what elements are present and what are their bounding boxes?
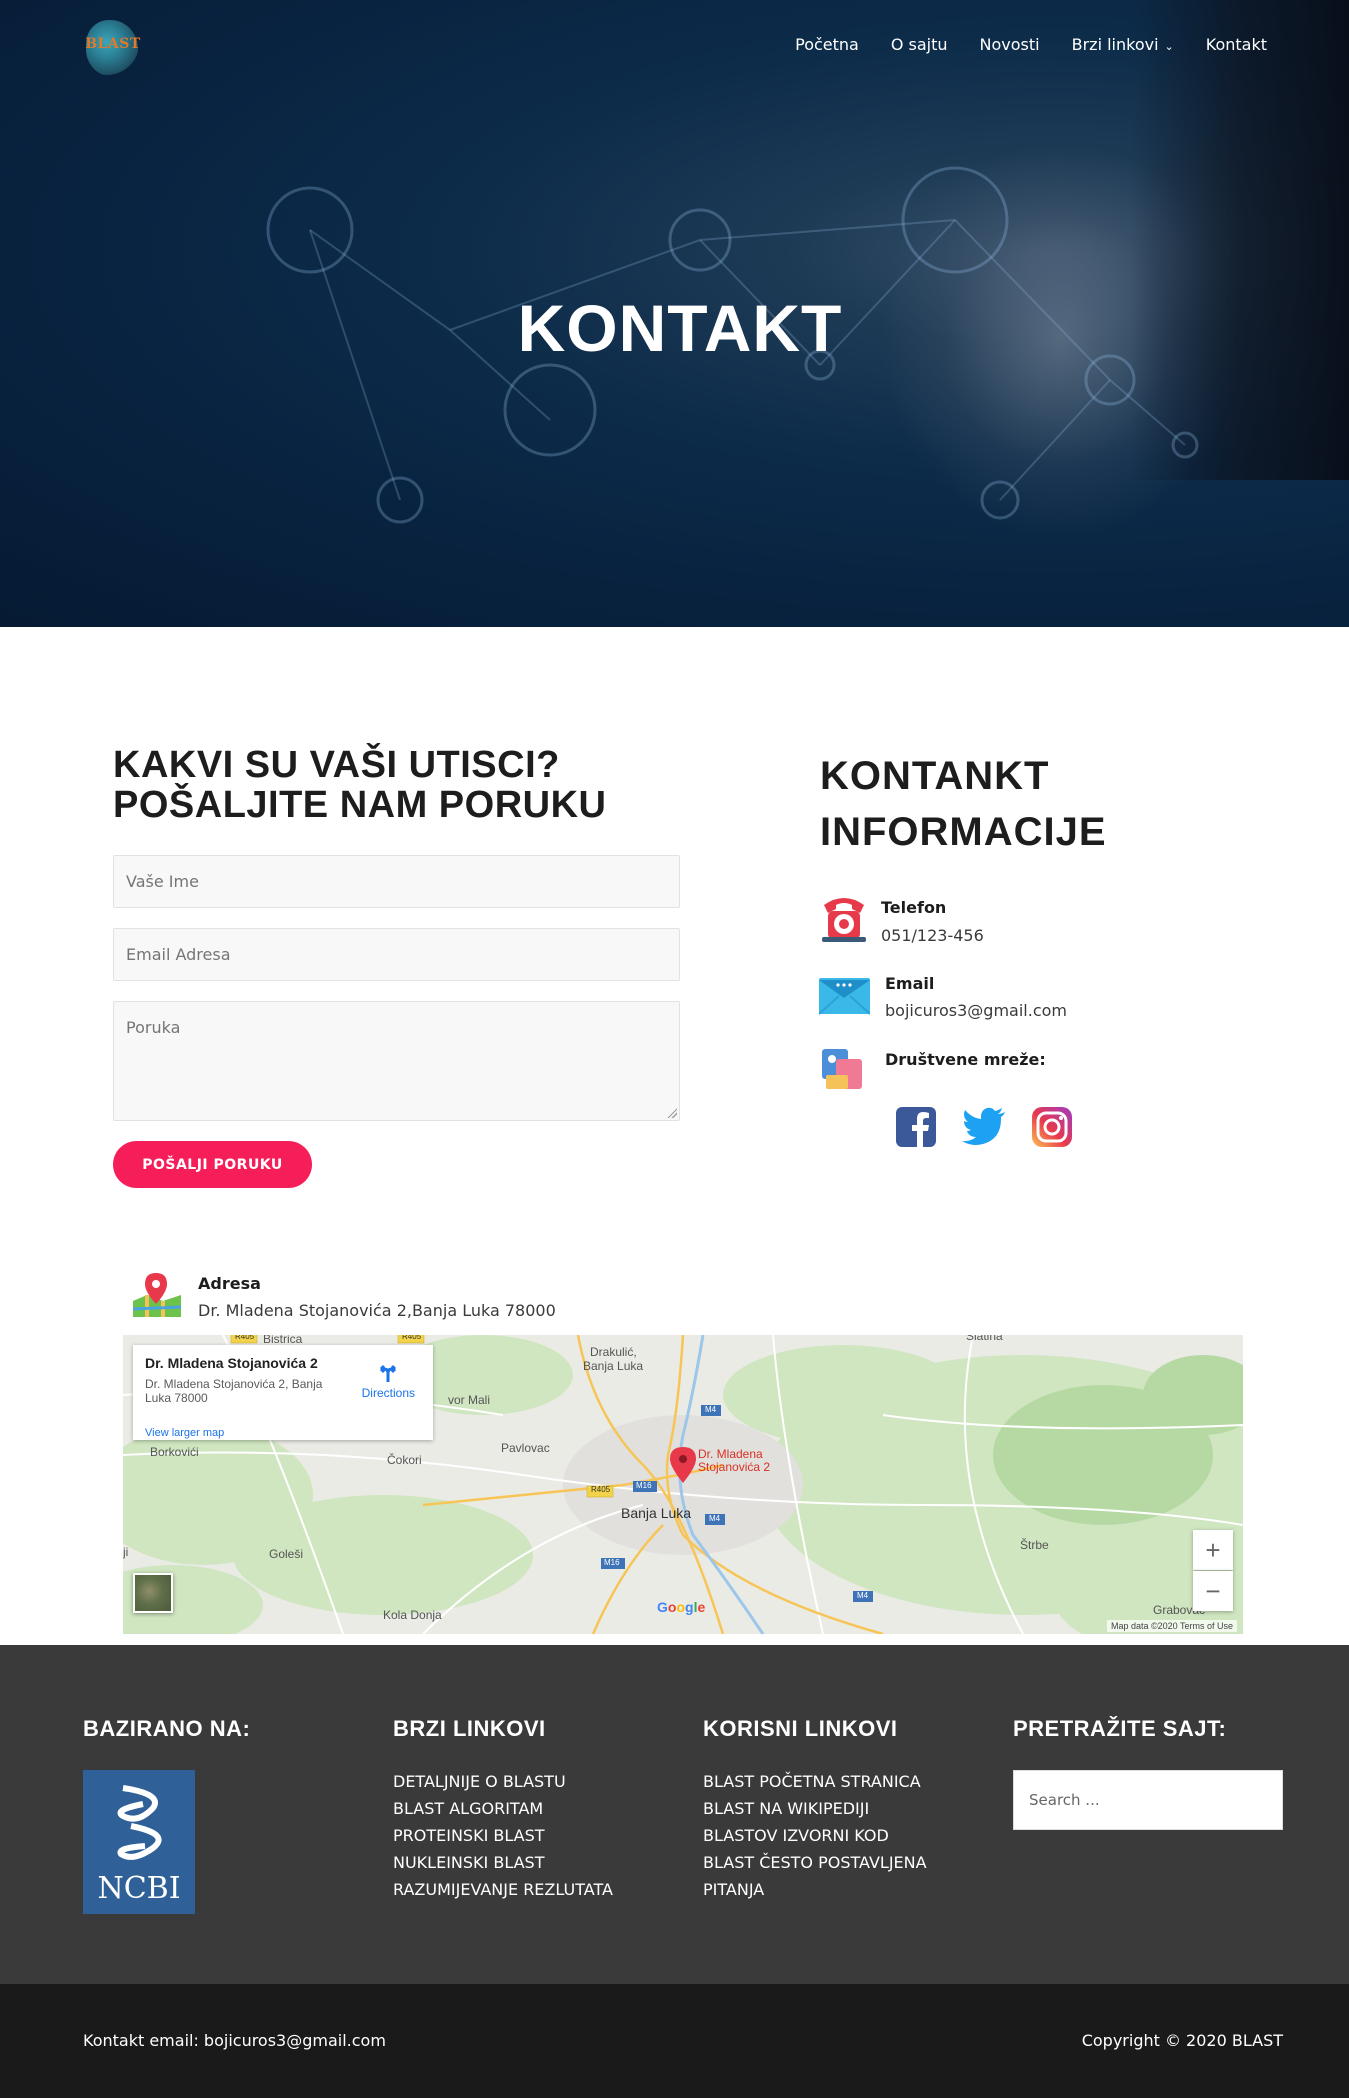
footer-link[interactable]: BLAST NA WIKIPEDIJI [703, 1795, 869, 1822]
contact-info-heading: KONTANKT INFORMACIJE [820, 748, 1220, 860]
footer-heading-useful-links: KORISNI LINKOVI [703, 1716, 898, 1741]
road-label: M16 [636, 1481, 652, 1490]
place-label: Slatina [966, 1335, 1003, 1343]
road-label: R405 [591, 1485, 611, 1494]
nav-item-o-sajtu[interactable]: O sajtu [891, 35, 948, 54]
email-value[interactable]: bojicuros3@gmail.com [885, 1001, 1067, 1020]
map-attribution[interactable]: Map data ©2020 Terms of Use [1106, 1620, 1237, 1632]
place-label: Štrbe [1020, 1538, 1049, 1552]
road-label: M4 [705, 1405, 717, 1414]
form-heading-line1: KAKVI SU VAŠI UTISCI? [113, 744, 560, 786]
zoom-out-button[interactable]: − [1193, 1571, 1233, 1611]
footer-link[interactable]: PROTEINSKI BLAST [393, 1822, 545, 1849]
ncbi-text: NCBI [97, 1871, 181, 1906]
ncbi-logo[interactable]: NCBI [83, 1770, 195, 1914]
main-nav: Početna O sajtu Novosti Brzi linkovi ⌄ Ko… [763, 35, 1267, 54]
social-label: Društvene mreže: [885, 1050, 1046, 1069]
road-label: M4 [857, 1591, 869, 1600]
map-location-icon [132, 1273, 182, 1317]
satellite-toggle[interactable] [133, 1573, 173, 1613]
form-heading-line2: POŠALJITE NAM PORUKU [113, 784, 607, 826]
nav-item-novosti[interactable]: Novosti [980, 35, 1040, 54]
footer-link[interactable]: BLAST POČETNA STRANICA [703, 1768, 921, 1795]
footer-link[interactable]: BLASTOV IZVORNI KOD [703, 1822, 889, 1849]
google-map[interactable]: R405 R405 R405 M16 M16 M4 M4 M4 Bistrica… [123, 1335, 1243, 1634]
nav-item-pocetna[interactable]: Početna [795, 35, 859, 54]
contact-info-heading-line1: KONTANKT [820, 754, 1050, 798]
contact-info-heading-line2: INFORMACIJE [820, 810, 1107, 854]
instagram-icon[interactable] [1032, 1107, 1072, 1147]
email-placeholder: Email Adresa [126, 945, 231, 964]
ncbi-helix-icon [117, 1785, 162, 1860]
phone-label: Telefon [881, 898, 947, 917]
pin-label: Stojanovića 2 [698, 1460, 771, 1474]
place-label: Kola Donja [383, 1608, 442, 1622]
hero-banner: BLAST Početna O sajtu Novosti Brzi linko… [0, 0, 1349, 627]
footer-heading-based-on: BAZIRANO NA: [83, 1716, 251, 1741]
footer-heading-quick-links: BRZI LINKOVI [393, 1716, 546, 1741]
footer-link[interactable]: DETALJNIJE O BLASTU [393, 1768, 566, 1795]
place-label: Goleši [269, 1547, 304, 1561]
envelope-icon [819, 978, 870, 1015]
place-label: Drakulić, [590, 1345, 637, 1359]
nav-item-label: Brzi linkovi [1071, 35, 1159, 54]
place-label: Borkovići [150, 1445, 199, 1459]
footer-link[interactable]: NUKLEINSKI BLAST [393, 1849, 544, 1876]
phone-value: 051/123-456 [881, 926, 984, 945]
email-label: Email [885, 974, 935, 993]
nav-item-brzi-linkovi[interactable]: Brzi linkovi ⌄ [1072, 35, 1174, 54]
chevron-down-icon: ⌄ [1164, 40, 1174, 53]
search-placeholder: Search ... [1029, 1791, 1100, 1809]
twitter-icon[interactable] [962, 1107, 1006, 1145]
place-label: Čokori [387, 1453, 422, 1467]
footer-heading-search: PRETRAŽITE SAJT: [1013, 1716, 1227, 1741]
telephone-icon [822, 898, 866, 942]
place-label: Banja Luka [621, 1505, 692, 1521]
view-larger-map-link[interactable]: View larger map [145, 1427, 224, 1439]
bottom-bar: Kontakt email: bojicuros3@gmail.com Copy… [0, 1984, 1349, 2098]
google-logo: Google [657, 1599, 706, 1615]
name-field[interactable]: Vaše Ime [113, 855, 680, 908]
copyright: Copyright © 2020 BLAST [1081, 2031, 1283, 2050]
map-card-address: Dr. Mladena Stojanovića 2, Banja Luka 78… [145, 1377, 323, 1405]
directions-label: Directions [361, 1386, 415, 1400]
social-media-icon [822, 1049, 862, 1089]
send-message-button[interactable]: POŠALJI PORUKU [113, 1141, 312, 1188]
footer-link[interactable]: BLAST ČESTO POSTAVLJENA [703, 1849, 927, 1876]
page-title: KONTAKT [517, 291, 843, 365]
pin-label: Dr. Mladena [698, 1447, 763, 1461]
facebook-icon[interactable] [896, 1107, 936, 1147]
blast-logo[interactable]: BLAST [82, 18, 144, 78]
directions-icon [380, 1364, 397, 1382]
road-label: R405 [235, 1335, 255, 1341]
address-value: Dr. Mladena Stojanovića 2,Banja Luka 780… [198, 1301, 556, 1320]
road-label: R405 [402, 1335, 422, 1341]
place-label: Banja Luka [583, 1359, 644, 1373]
place-label: vor Mali [448, 1393, 491, 1407]
road-label: M4 [709, 1514, 721, 1523]
footer-link[interactable]: BLAST ALGORITAM [393, 1795, 543, 1822]
message-field[interactable]: Poruka [113, 1001, 680, 1121]
directions-button[interactable]: Directions [362, 1363, 415, 1400]
address-label: Adresa [198, 1274, 261, 1293]
message-placeholder: Poruka [126, 1018, 181, 1037]
footer-link[interactable]: PITANJA [703, 1876, 764, 1903]
email-field[interactable]: Email Adresa [113, 928, 680, 981]
nav-item-kontakt[interactable]: Kontakt [1206, 35, 1267, 54]
map-info-card: Dr. Mladena Stojanovića 2 Dr. Mladena St… [133, 1345, 433, 1440]
place-label: Pavlovac [501, 1441, 550, 1455]
resize-handle-icon[interactable] [667, 1108, 677, 1118]
zoom-in-button[interactable]: + [1193, 1530, 1233, 1570]
search-input[interactable]: Search ... [1013, 1770, 1283, 1830]
footer-link[interactable]: RAZUMIJEVANJE REZLUTATA [393, 1876, 613, 1903]
logo-text: BLAST [85, 36, 141, 52]
name-placeholder: Vaše Ime [126, 872, 199, 891]
place-label: ji [123, 1545, 129, 1559]
bottom-contact-email: Kontakt email: bojicuros3@gmail.com [83, 2031, 386, 2050]
form-heading: KAKVI SU VAŠI UTISCI? POŠALJITE NAM PORU… [113, 745, 673, 825]
road-label: M16 [604, 1558, 620, 1567]
